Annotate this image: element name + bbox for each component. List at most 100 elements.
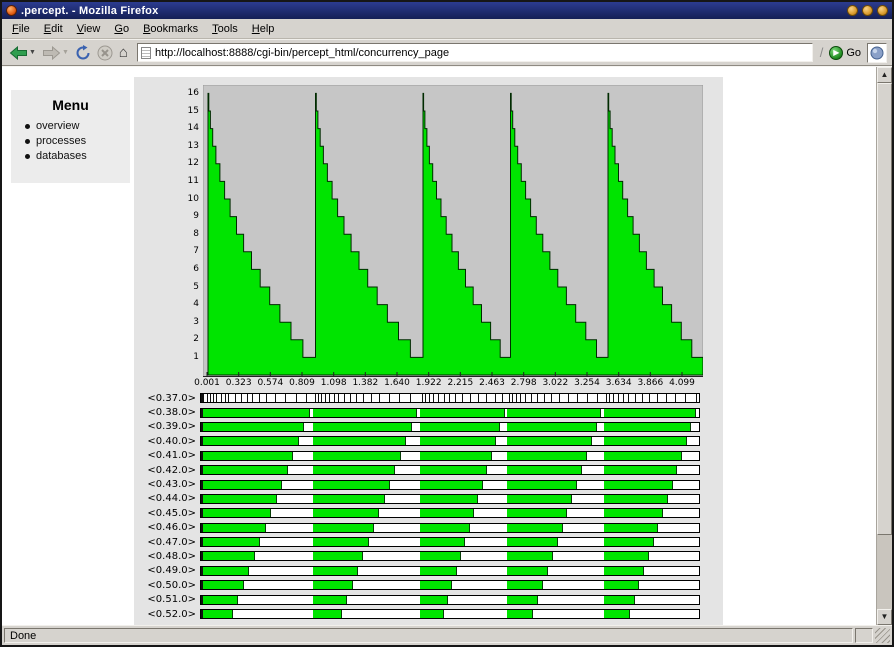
y-tick-label: 10 xyxy=(187,193,199,204)
y-tick-label: 3 xyxy=(193,316,199,327)
concurrency-plot xyxy=(203,85,703,377)
process-label: <0.41.0> xyxy=(147,450,196,462)
menu-view[interactable]: View xyxy=(70,21,108,37)
process-activity-bar xyxy=(200,565,700,576)
home-button[interactable]: ⌂ xyxy=(117,43,130,62)
process-row: <0.47.0> xyxy=(134,535,723,549)
back-dropdown-icon[interactable]: ▼ xyxy=(29,49,36,56)
x-tick-label: 3.254 xyxy=(574,378,600,388)
throbber-icon xyxy=(870,46,884,59)
y-tick-label: 15 xyxy=(187,105,199,116)
process-label: <0.51.0> xyxy=(147,594,196,606)
y-tick-label: 12 xyxy=(187,158,199,169)
process-row: <0.46.0> xyxy=(134,521,723,535)
sidebar-item-databases[interactable]: databases xyxy=(25,150,122,162)
process-activity-bar xyxy=(200,450,700,461)
window-maximize-button[interactable] xyxy=(862,5,873,16)
process-label: <0.37.0> xyxy=(147,392,196,404)
menu-help[interactable]: Help xyxy=(245,21,282,37)
menu-title: Menu xyxy=(52,97,89,113)
stop-icon xyxy=(97,45,113,60)
process-label: <0.44.0> xyxy=(147,493,196,505)
sidebar-item-processes[interactable]: processes xyxy=(25,135,122,147)
status-field: Done xyxy=(4,628,853,643)
stop-button[interactable] xyxy=(95,43,115,63)
menu-go[interactable]: Go xyxy=(107,21,136,37)
reload-icon xyxy=(76,44,90,59)
url-text: http://localhost:8888/cgi-bin/percept_ht… xyxy=(154,46,450,59)
status-separator xyxy=(855,628,873,643)
menu-tools[interactable]: Tools xyxy=(205,21,245,37)
process-activity-bar xyxy=(200,508,700,519)
scrollbar-track[interactable] xyxy=(877,83,892,609)
forward-button[interactable]: ▼ xyxy=(40,44,71,62)
back-button[interactable]: ▼ xyxy=(7,44,38,62)
y-tick-label: 14 xyxy=(187,123,199,134)
sidebar-item-overview[interactable]: overview xyxy=(25,120,122,132)
process-activity-bar xyxy=(200,407,700,418)
reload-button[interactable] xyxy=(73,43,93,63)
menu-bar: File Edit View Go Bookmarks Tools Help xyxy=(2,19,892,39)
process-activity-bar xyxy=(200,436,700,447)
page-content: Menu overview processes databases 12345678… xyxy=(2,67,876,625)
process-row: <0.45.0> xyxy=(134,506,723,520)
y-tick-label: 6 xyxy=(193,263,199,274)
window-close-button[interactable] xyxy=(877,5,888,16)
y-tick-label: 11 xyxy=(187,175,199,186)
process-label: <0.46.0> xyxy=(147,522,196,534)
x-tick-label: 3.634 xyxy=(605,378,632,388)
go-button[interactable]: ▶ Go xyxy=(829,45,861,60)
menu-bookmarks[interactable]: Bookmarks xyxy=(136,21,205,37)
process-activity-bar xyxy=(200,609,700,620)
x-tick-label: 1.098 xyxy=(320,378,347,388)
menu-file[interactable]: File xyxy=(5,21,37,37)
y-tick-label: 2 xyxy=(193,334,199,345)
percept-menu-panel: Menu overview processes databases xyxy=(11,90,130,183)
process-label: <0.38.0> xyxy=(147,407,196,419)
vertical-scrollbar: ▲ ▼ xyxy=(876,67,892,625)
process-activity-bar xyxy=(200,393,700,404)
title-bar[interactable]: .percept. - Mozilla Firefox xyxy=(2,2,892,19)
scroll-up-button[interactable]: ▲ xyxy=(877,67,892,83)
process-row: <0.37.0> xyxy=(134,391,723,405)
scrollbar-thumb[interactable] xyxy=(877,83,892,536)
window-minimize-button[interactable] xyxy=(847,5,858,16)
process-row: <0.51.0> xyxy=(134,592,723,606)
x-tick-label: 2.463 xyxy=(479,378,505,388)
bullet-icon xyxy=(25,138,30,144)
process-row: <0.42.0> xyxy=(134,463,723,477)
process-row: <0.41.0> xyxy=(134,449,723,463)
urlbar-grip: / xyxy=(819,45,824,60)
process-label: <0.45.0> xyxy=(147,507,196,519)
bullet-icon xyxy=(25,123,30,129)
process-label: <0.48.0> xyxy=(147,550,196,562)
x-tick-label: 1.640 xyxy=(384,378,410,388)
bullet-icon xyxy=(25,153,30,159)
process-rows: <0.37.0> <0.38.0> <0.39.0> <0.40.0> <0.41.0>… xyxy=(134,391,723,621)
back-arrow-icon xyxy=(9,45,27,60)
process-row: <0.52.0> xyxy=(134,607,723,621)
y-tick-label: 13 xyxy=(187,140,199,151)
resize-grip[interactable] xyxy=(875,628,890,643)
process-activity-bar xyxy=(200,551,700,562)
y-tick-label: 1 xyxy=(193,351,199,362)
url-bar[interactable]: http://localhost:8888/cgi-bin/percept_ht… xyxy=(136,43,813,62)
navigation-toolbar: ▼ ▼ ⌂ http://localhost:8888/cgi-bin/perc… xyxy=(2,39,892,66)
process-activity-bar xyxy=(200,465,700,476)
y-tick-label: 5 xyxy=(193,281,199,292)
scroll-down-button[interactable]: ▼ xyxy=(877,609,892,625)
forward-dropdown-icon[interactable]: ▼ xyxy=(62,49,69,56)
process-row: <0.38.0> xyxy=(134,405,723,419)
x-tick-label: 0.809 xyxy=(289,378,315,388)
process-label: <0.42.0> xyxy=(147,464,196,476)
x-tick-label: 3.022 xyxy=(542,378,569,388)
x-tick-label: 2.215 xyxy=(447,378,474,388)
go-arrow-icon: ▶ xyxy=(829,45,844,60)
x-tick-label: 1.382 xyxy=(352,378,379,388)
x-tick-label: 0.001 xyxy=(194,378,220,388)
menu-edit[interactable]: Edit xyxy=(37,21,70,37)
percept-menu-list: overview processes databases xyxy=(19,120,122,162)
page-icon xyxy=(140,46,151,59)
process-label: <0.49.0> xyxy=(147,565,196,577)
process-activity-bar xyxy=(200,479,700,490)
